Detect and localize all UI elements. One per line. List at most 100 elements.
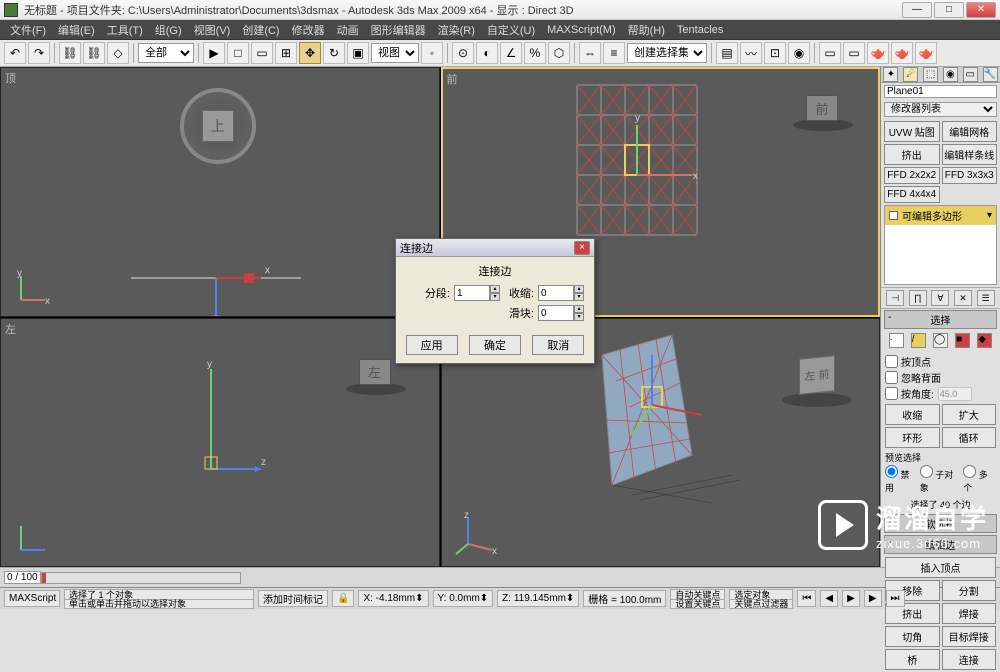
grow-sel-button[interactable]: 扩大	[942, 404, 997, 425]
menu-tools[interactable]: 工具(T)	[101, 20, 149, 40]
select-rotate-button[interactable]: ↻	[323, 42, 345, 64]
extrude-button[interactable]: 挤出	[884, 144, 940, 165]
viewport-top[interactable]: 顶 上 x y x	[0, 67, 440, 317]
configure-button[interactable]: ☰	[977, 290, 995, 306]
layers-button[interactable]: ▤	[716, 42, 738, 64]
target-weld-button[interactable]: 目标焊接	[942, 626, 997, 647]
connect-button[interactable]: 连接	[942, 649, 997, 670]
play-end-icon[interactable]: ⏭	[886, 590, 905, 607]
slide-spinner[interactable]: ▴▾	[538, 305, 584, 321]
menu-create[interactable]: 创建(C)	[236, 20, 285, 40]
stack-toggle-icon[interactable]	[889, 211, 898, 220]
by-angle-check[interactable]: 按角度:	[885, 386, 996, 401]
named-selection-combo[interactable]: 创建选择集	[627, 43, 707, 63]
pin-stack-button[interactable]: ⊣	[886, 290, 904, 306]
show-end-button[interactable]: ∏	[909, 290, 927, 306]
disable-radio[interactable]: 禁用	[885, 465, 918, 494]
coord-z[interactable]: Z: 119.145mm⬍	[497, 590, 579, 607]
schematic-button[interactable]: ⊡	[764, 42, 786, 64]
add-time-tag[interactable]: 添加时间标记	[258, 590, 328, 607]
ffd3-button[interactable]: FFD 3x3x3	[942, 167, 998, 184]
menu-customize[interactable]: 自定义(U)	[481, 20, 541, 40]
ring-button[interactable]: 环形	[885, 427, 940, 448]
play-start-icon[interactable]: ⏮	[797, 590, 816, 607]
maximize-button[interactable]: □	[934, 2, 964, 18]
unique-button[interactable]: ∀	[931, 290, 949, 306]
select-scale-button[interactable]: ▣	[347, 42, 369, 64]
play-next-icon[interactable]: ▶	[864, 590, 882, 607]
utilities-tab[interactable]: 🔧	[983, 67, 998, 82]
setkey-button[interactable]: 设置关键点	[670, 599, 725, 609]
timeline-slider[interactable]	[41, 572, 241, 584]
select-name-button[interactable]: □	[227, 42, 249, 64]
quick-render-button[interactable]: 🫖	[891, 42, 913, 64]
percent-snap-button[interactable]: %	[524, 42, 546, 64]
ffd4-button[interactable]: FFD 4x4x4	[884, 186, 940, 203]
viewcube-persp[interactable]: 左 前	[777, 353, 857, 413]
uvw-map-button[interactable]: UVW 贴图	[884, 121, 940, 142]
menu-file[interactable]: 文件(F)	[4, 20, 52, 40]
menu-tentacles[interactable]: Tentacles	[671, 22, 729, 38]
modifier-list-combo[interactable]: 修改器列表	[884, 102, 997, 117]
motion-tab[interactable]: ◉	[943, 67, 958, 82]
coord-y[interactable]: Y: 0.0mm⬍	[433, 590, 494, 607]
render-frame-button[interactable]: ▭	[843, 42, 865, 64]
play-icon[interactable]: ▶	[842, 590, 860, 607]
display-tab[interactable]: ▭	[963, 67, 978, 82]
edge-subobj[interactable]: /	[911, 333, 926, 348]
multi-radio[interactable]: 多个	[963, 465, 996, 494]
pivot-button[interactable]: ◦	[421, 42, 443, 64]
viewcube-left[interactable]: 左	[341, 359, 411, 399]
menu-maxscript[interactable]: MAXScript(M)	[541, 22, 621, 38]
menu-views[interactable]: 视图(V)	[188, 20, 237, 40]
subobj-radio[interactable]: 子对象	[920, 465, 962, 494]
viewcube-front[interactable]: 前	[788, 95, 858, 135]
bridge-button[interactable]: 桥	[885, 649, 940, 670]
material-button[interactable]: ◉	[788, 42, 810, 64]
selection-rollout-header[interactable]: -选择	[884, 310, 997, 329]
edit-spline-button[interactable]: 编辑样条线	[942, 144, 998, 165]
dialog-titlebar[interactable]: 连接边 ×	[396, 239, 594, 257]
maxscript-label[interactable]: MAXScript	[4, 590, 60, 607]
polygon-subobj[interactable]: ■	[955, 333, 970, 348]
angle-snap-button[interactable]: ∠	[500, 42, 522, 64]
close-button[interactable]: ✕	[966, 2, 996, 18]
apply-button[interactable]: 应用	[406, 335, 458, 355]
edit-mesh-button[interactable]: 编辑网格	[942, 121, 998, 142]
hierarchy-tab[interactable]: ⬚	[923, 67, 938, 82]
mirror-button[interactable]: ⇔	[579, 42, 601, 64]
select-move-button[interactable]: ✥	[299, 42, 321, 64]
coord-x[interactable]: X: -4.18mm⬍	[358, 590, 428, 607]
play-prev-icon[interactable]: ◀	[820, 590, 838, 607]
viewport-left[interactable]: 左 左 y z	[0, 318, 440, 568]
select-region-button[interactable]: ▭	[251, 42, 273, 64]
menu-help[interactable]: 帮助(H)	[622, 20, 671, 40]
remove-mod-button[interactable]: ✕	[954, 290, 972, 306]
bind-button[interactable]: ◇	[107, 42, 129, 64]
create-tab[interactable]: ✦	[883, 67, 898, 82]
menu-rendering[interactable]: 渲染(R)	[432, 20, 481, 40]
element-subobj[interactable]: ◆	[977, 333, 992, 348]
weld-button[interactable]: 焊接	[942, 603, 997, 624]
menu-modifiers[interactable]: 修改器	[286, 20, 331, 40]
snap-button[interactable]: ◐	[476, 42, 498, 64]
link-button[interactable]: ⛓	[59, 42, 81, 64]
menu-edit[interactable]: 编辑(E)	[52, 20, 101, 40]
segments-spinner[interactable]: ▴▾	[454, 285, 500, 301]
split-button[interactable]: 分割	[942, 580, 997, 601]
align-button[interactable]: ≡	[603, 42, 625, 64]
redo-button[interactable]: ↷	[28, 42, 50, 64]
render-last-button[interactable]: 🫖	[915, 42, 937, 64]
refcoord-combo[interactable]: 视图	[371, 43, 419, 63]
render-setup-button[interactable]: ▭	[819, 42, 841, 64]
shrink-sel-button[interactable]: 收缩	[885, 404, 940, 425]
ignore-backface-check[interactable]: 忽略背面	[885, 370, 996, 385]
loop-button[interactable]: 循环	[942, 427, 997, 448]
curve-editor-button[interactable]: 〰	[740, 42, 762, 64]
window-crossing-button[interactable]: ⊞	[275, 42, 297, 64]
key-filter-button[interactable]: 关键点过滤器	[729, 599, 793, 609]
modify-tab[interactable]: ☄	[903, 67, 918, 82]
viewcube-top[interactable]: 上	[180, 88, 260, 168]
minimize-button[interactable]: —	[902, 2, 932, 18]
undo-button[interactable]: ↶	[4, 42, 26, 64]
